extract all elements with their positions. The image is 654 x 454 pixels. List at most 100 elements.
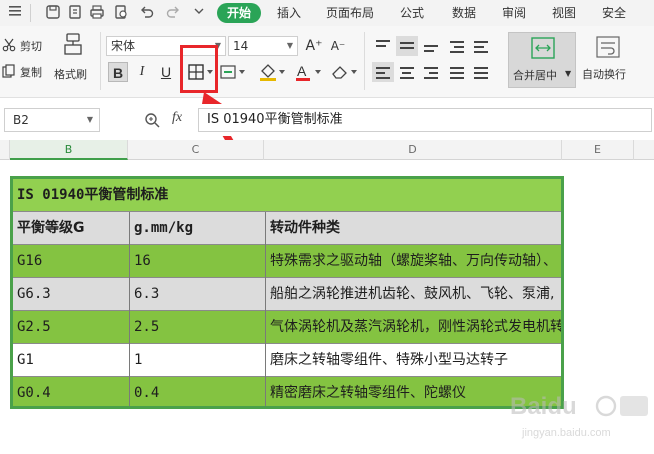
table-row: G0.4 0.4 精密磨床之转轴零组件、陀螺仪 <box>13 377 561 406</box>
watermark-logo: Baidu jingyan.baidu.com <box>508 384 654 444</box>
grid-line <box>13 376 561 377</box>
fill-color-icon[interactable] <box>258 62 286 85</box>
type-cell[interactable]: 特殊需求之驱动轴（螺旋桨轴、万向传动轴）、 <box>266 245 557 277</box>
grid-line <box>13 211 561 212</box>
distribute-button[interactable] <box>470 62 492 82</box>
font-color-icon[interactable]: A <box>294 62 322 85</box>
column-header-bar: B C D E <box>0 140 654 160</box>
font-size-select[interactable]: 14 ▼ <box>228 36 298 56</box>
type-cell[interactable]: 精密磨床之转轴零组件、陀螺仪 <box>266 377 466 406</box>
underline-button[interactable]: U <box>156 62 176 82</box>
column-header-b[interactable]: B <box>10 140 128 160</box>
value-cell[interactable]: 0.4 <box>130 377 159 406</box>
formula-input[interactable]: IS 01940平衡管制标准 <box>198 108 652 132</box>
align-top-button[interactable] <box>372 36 394 56</box>
bold-button[interactable]: B <box>108 62 128 82</box>
grid-line <box>265 212 266 406</box>
format-painter-button[interactable]: 格式刷 <box>54 66 87 82</box>
shrink-font-label: A⁻ <box>330 39 346 53</box>
grade-cell[interactable]: G2.5 <box>13 311 51 343</box>
name-box[interactable]: B2 ▼ <box>4 108 100 132</box>
print-icon[interactable] <box>88 4 106 22</box>
scissors-icon[interactable] <box>2 38 16 55</box>
wrap-text-icon <box>596 36 620 61</box>
tab-review[interactable]: 审阅 <box>496 0 532 26</box>
copy-button[interactable]: 复制 <box>20 64 42 80</box>
grade-cell[interactable]: G1 <box>13 344 34 376</box>
watermark-subtitle: jingyan.baidu.com <box>521 427 611 439</box>
indent-increase-button[interactable] <box>470 36 492 56</box>
wrap-text-button[interactable]: 自动换行 <box>582 32 634 88</box>
column-header-d[interactable]: D <box>264 140 562 160</box>
type-cell[interactable]: 气体涡轮机及蒸汽涡轮机，刚性涡轮式发电机转 <box>266 311 561 343</box>
format-painter-icon[interactable] <box>62 32 84 59</box>
type-cell[interactable]: 船舶之涡轮推进机齿轮、鼓风机、飞轮、泵浦, <box>266 278 554 310</box>
export-icon[interactable] <box>66 4 84 22</box>
italic-button[interactable]: I <box>132 62 152 82</box>
grade-cell[interactable]: G0.4 <box>13 377 51 406</box>
name-box-value: B2 <box>13 113 29 127</box>
hamburger-icon[interactable] <box>6 4 24 22</box>
customize-icon[interactable] <box>190 4 208 22</box>
font-size-value: 14 <box>233 39 249 53</box>
chevron-down-icon: ▼ <box>565 69 572 78</box>
grow-font-button[interactable]: A⁺ <box>304 36 324 56</box>
fx-button[interactable]: fx <box>172 110 182 126</box>
table-title[interactable]: IS 01940平衡管制标准 <box>13 179 168 211</box>
header-cell-type[interactable]: 转动件种类 <box>266 212 340 244</box>
align-middle-button[interactable] <box>396 36 418 56</box>
merge-cells-icon <box>531 37 555 62</box>
value-cell[interactable]: 16 <box>130 245 151 277</box>
align-left-button[interactable] <box>372 62 394 82</box>
table-row: G1 1 磨床之转轴零组件、特殊小型马达转子 <box>13 344 561 376</box>
header-cell-value[interactable]: g.mm/kg <box>130 212 193 244</box>
align-center-button[interactable] <box>396 62 418 82</box>
zoom-search-icon[interactable] <box>144 112 160 131</box>
undo-icon[interactable] <box>138 4 156 22</box>
tab-view[interactable]: 视图 <box>546 0 582 26</box>
tab-home[interactable]: 开始 <box>217 3 261 23</box>
eraser-icon[interactable] <box>330 62 358 85</box>
grade-cell[interactable]: G6.3 <box>13 278 51 310</box>
value-cell[interactable]: 1 <box>130 344 142 376</box>
shrink-font-button[interactable]: A⁻ <box>328 36 348 56</box>
tab-data[interactable]: 数据 <box>446 0 482 26</box>
highlight-box <box>180 45 218 93</box>
wrap-text-label: 自动换行 <box>582 68 626 81</box>
table-header-row: 平衡等级G g.mm/kg 转动件种类 <box>13 212 561 244</box>
watermark-brand: Baidu <box>510 393 577 420</box>
merge-center-label: 合并居中 <box>513 69 557 82</box>
fill-pattern-icon[interactable] <box>220 64 246 83</box>
indent-decrease-button[interactable] <box>446 36 468 56</box>
grid-line <box>13 310 561 311</box>
align-right-button[interactable] <box>420 62 442 82</box>
copy-icon[interactable] <box>2 64 16 81</box>
data-table: IS 01940平衡管制标准 平衡等级G g.mm/kg 转动件种类 G16 1… <box>10 176 564 409</box>
column-header-e[interactable]: E <box>562 140 634 160</box>
value-cell[interactable]: 2.5 <box>130 311 159 343</box>
tab-insert[interactable]: 插入 <box>272 0 306 26</box>
align-bottom-button[interactable] <box>420 36 442 56</box>
print-preview-icon[interactable] <box>112 4 130 22</box>
save-icon[interactable] <box>44 4 62 22</box>
cut-button[interactable]: 剪切 <box>20 38 42 54</box>
column-header-a[interactable] <box>0 140 10 160</box>
tab-formulas[interactable]: 公式 <box>394 0 430 26</box>
type-cell[interactable]: 磨床之转轴零组件、特殊小型马达转子 <box>266 344 508 376</box>
table-row: G2.5 2.5 气体涡轮机及蒸汽涡轮机，刚性涡轮式发电机转 <box>13 311 561 343</box>
chevron-down-icon: ▼ <box>286 41 293 50</box>
header-cell-grade[interactable]: 平衡等级G <box>13 212 85 244</box>
tab-page-layout[interactable]: 页面布局 <box>322 0 378 26</box>
grade-cell[interactable]: G16 <box>13 245 42 277</box>
value-cell[interactable]: 6.3 <box>130 278 159 310</box>
divider <box>364 32 365 90</box>
chevron-down-icon: ▼ <box>86 115 93 124</box>
tab-security[interactable]: 安全 <box>596 0 632 26</box>
merge-center-button[interactable]: 合并居中 ▼ <box>508 32 576 88</box>
justify-button[interactable] <box>446 62 468 82</box>
table-title-row: IS 01940平衡管制标准 <box>13 179 561 211</box>
table-row: G16 16 特殊需求之驱动轴（螺旋桨轴、万向传动轴）、 <box>13 245 561 277</box>
column-header-c[interactable]: C <box>128 140 264 160</box>
table-row: G6.3 6.3 船舶之涡轮推进机齿轮、鼓风机、飞轮、泵浦, <box>13 278 561 310</box>
redo-icon[interactable] <box>164 4 182 22</box>
